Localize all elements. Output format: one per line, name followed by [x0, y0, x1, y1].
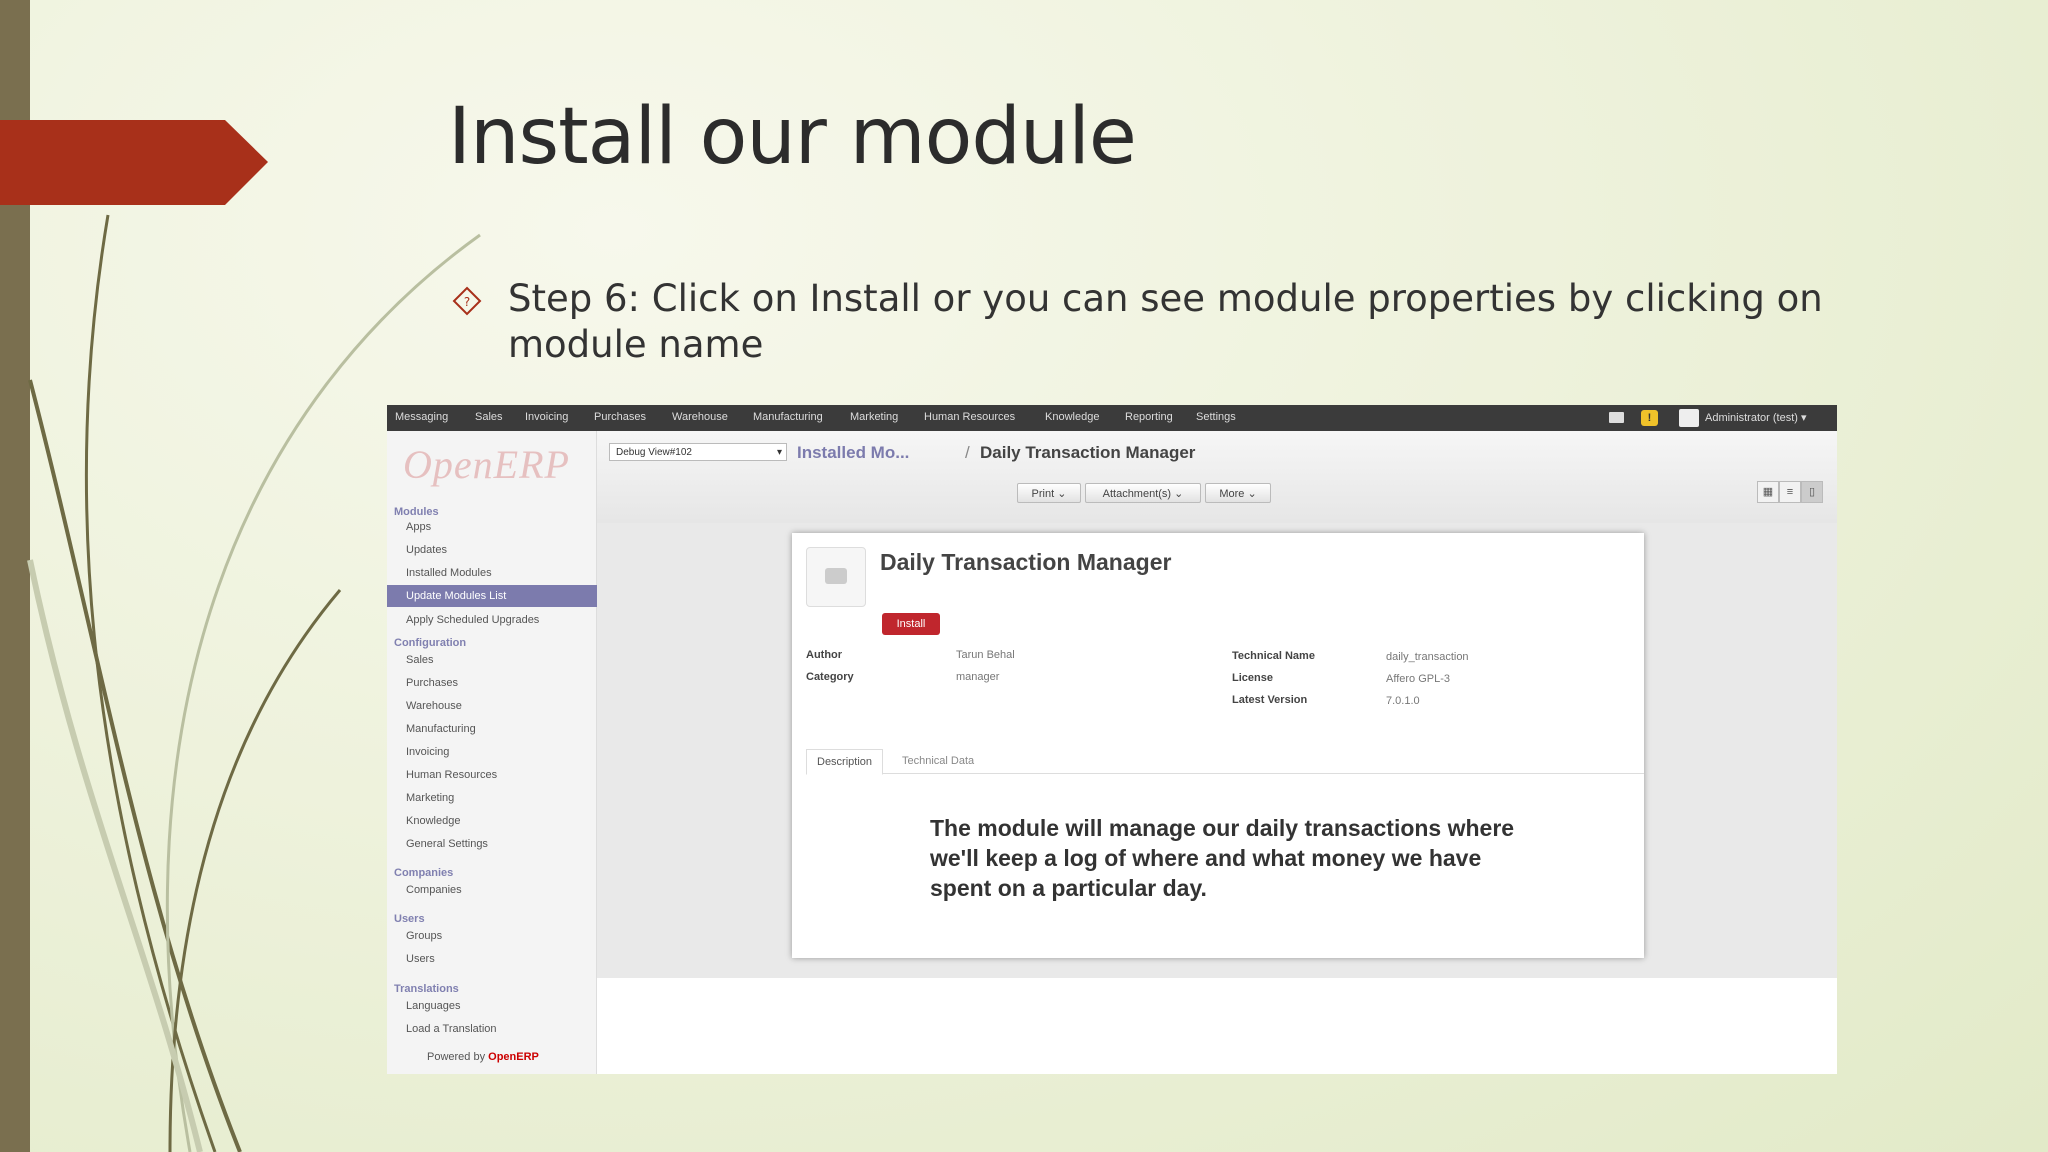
sidebar-item-config-warehouse[interactable]: Warehouse [406, 700, 462, 712]
category-value: manager [956, 671, 1000, 683]
sidebar-item-config-invoicing[interactable]: Invoicing [406, 746, 449, 758]
breadcrumb-current: Daily Transaction Manager [980, 443, 1196, 462]
erp-screenshot: Messaging Sales Invoicing Purchases Ware… [387, 405, 1837, 1074]
sidebar-item-config-manufacturing[interactable]: Manufacturing [406, 723, 476, 735]
powered-by-prefix: Powered by [427, 1051, 486, 1063]
breadcrumb-installed-modules[interactable]: Installed Mo... [797, 443, 909, 463]
module-name[interactable]: Daily Transaction Manager [880, 549, 1171, 576]
sidebar-heading-companies: Companies [394, 867, 454, 879]
title-arrow-shape [0, 120, 268, 205]
toolbar: Debug View#102 Installed Mo... / Daily T… [597, 431, 1837, 524]
top-nav-bar: Messaging Sales Invoicing Purchases Ware… [387, 405, 1837, 431]
sidebar-item-updates[interactable]: Updates [406, 544, 447, 556]
nav-human-resources[interactable]: Human Resources [924, 411, 1015, 423]
sidebar-heading-modules: Modules [394, 506, 439, 518]
debug-view-select[interactable]: Debug View#102 [609, 443, 787, 462]
nav-marketing[interactable]: Marketing [850, 411, 898, 423]
module-form: Daily Transaction Manager Install Author… [792, 533, 1644, 958]
sidebar-item-installed-modules[interactable]: Installed Modules [406, 567, 492, 579]
sidebar: OpenERP Modules Apps Updates Installed M… [387, 431, 599, 1074]
category-label: Category [806, 671, 854, 683]
bullet-text: Step 6: Click on Install or you can see … [508, 277, 1823, 366]
tabs-divider [806, 773, 1644, 774]
powered-by: Powered by OpenERP [427, 1051, 539, 1063]
sidebar-item-apply-scheduled-upgrades[interactable]: Apply Scheduled Upgrades [406, 614, 539, 626]
sidebar-item-config-sales[interactable]: Sales [406, 654, 434, 666]
sidebar-item-config-marketing[interactable]: Marketing [406, 792, 454, 804]
nav-purchases[interactable]: Purchases [594, 411, 646, 423]
sidebar-item-users[interactable]: Users [406, 953, 435, 965]
more-button[interactable]: More ⌄ [1205, 483, 1271, 503]
license-value: Affero GPL-3 [1386, 673, 1450, 685]
version-label: Latest Version [1232, 694, 1308, 706]
sidebar-item-groups[interactable]: Groups [406, 930, 442, 942]
sidebar-heading-translations: Translations [394, 983, 459, 995]
alert-icon[interactable]: ! [1641, 410, 1658, 426]
nav-invoicing[interactable]: Invoicing [525, 411, 568, 423]
tab-technical-data[interactable]: Technical Data [892, 749, 984, 773]
sidebar-item-languages[interactable]: Languages [406, 1000, 460, 1012]
sidebar-item-load-translation[interactable]: Load a Translation [406, 1023, 497, 1035]
powered-by-brand[interactable]: OpenERP [488, 1051, 539, 1063]
list-view-icon[interactable]: ≡ [1779, 481, 1801, 503]
sidebar-item-config-knowledge[interactable]: Knowledge [406, 815, 460, 827]
nav-warehouse[interactable]: Warehouse [672, 411, 728, 423]
mail-icon[interactable] [1609, 412, 1624, 423]
attachments-button[interactable]: Attachment(s) ⌄ [1085, 483, 1201, 503]
kanban-view-icon[interactable]: ▦ [1757, 481, 1779, 503]
nav-reporting[interactable]: Reporting [1125, 411, 1173, 423]
nav-manufacturing[interactable]: Manufacturing [753, 411, 823, 423]
license-label: License [1232, 672, 1273, 684]
camera-icon [806, 547, 866, 607]
nav-settings[interactable]: Settings [1196, 411, 1236, 423]
install-button[interactable]: Install [882, 613, 940, 635]
sidebar-heading-configuration: Configuration [394, 637, 467, 649]
sidebar-item-config-purchases[interactable]: Purchases [406, 677, 458, 689]
openerp-logo: OpenERP [403, 442, 570, 487]
avatar [1679, 409, 1699, 427]
sidebar-item-companies[interactable]: Companies [406, 884, 462, 896]
sidebar-item-apps[interactable]: Apps [406, 521, 431, 533]
author-value: Tarun Behal [956, 649, 1015, 661]
svg-text:?: ? [464, 295, 470, 309]
diamond-bullet-icon: ? [452, 286, 482, 316]
tab-description[interactable]: Description [806, 749, 884, 775]
sidebar-item-config-human-resources[interactable]: Human Resources [406, 769, 497, 781]
user-menu[interactable]: Administrator (test) ▾ [1705, 411, 1807, 424]
module-description: The module will manage our daily transac… [930, 815, 1515, 901]
technical-name-label: Technical Name [1232, 650, 1315, 662]
slide-title: Install our module [448, 92, 1137, 182]
nav-messaging[interactable]: Messaging [395, 411, 448, 423]
sidebar-item-update-modules-list[interactable]: Update Modules List [387, 585, 599, 607]
version-value: 7.0.1.0 [1386, 695, 1420, 707]
nav-sales[interactable]: Sales [475, 411, 503, 423]
sidebar-item-general-settings[interactable]: General Settings [406, 838, 488, 850]
author-label: Author [806, 649, 843, 661]
print-button[interactable]: Print ⌄ [1017, 483, 1081, 503]
breadcrumb-separator: / [965, 443, 970, 462]
nav-knowledge[interactable]: Knowledge [1045, 411, 1099, 423]
technical-name-value: daily_transaction [1386, 651, 1469, 663]
form-view-icon[interactable]: ▯ [1801, 481, 1823, 503]
sidebar-heading-users: Users [394, 913, 425, 925]
